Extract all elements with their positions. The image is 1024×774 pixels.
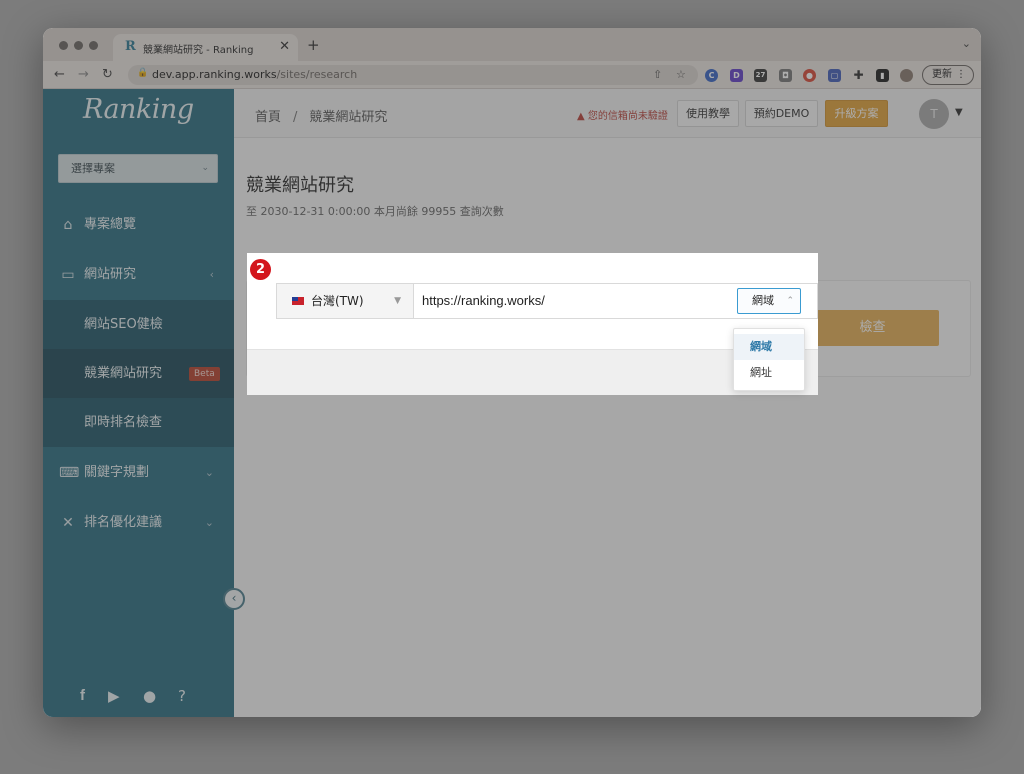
- type-option-url[interactable]: 網址: [734, 360, 804, 386]
- chevron-up-icon: ⌃: [786, 296, 794, 306]
- taiwan-flag-icon: [292, 297, 304, 305]
- type-dropdown: 網域 網址: [733, 328, 805, 391]
- highlighted-form: 2 台灣(TW) ▼ https://ranking.works/ 網域 ⌃ 網…: [247, 253, 818, 395]
- type-option-domain[interactable]: 網域: [734, 334, 804, 360]
- step-badge: 2: [250, 259, 271, 280]
- caret-down-icon: ▼: [394, 296, 401, 306]
- browser-window: R 競業網站研究 - Ranking ✕ + ⌄ ← → ↻ 🔒 dev.app…: [43, 28, 981, 717]
- type-select[interactable]: 網域 ⌃: [737, 288, 801, 314]
- region-select[interactable]: 台灣(TW) ▼: [276, 283, 414, 319]
